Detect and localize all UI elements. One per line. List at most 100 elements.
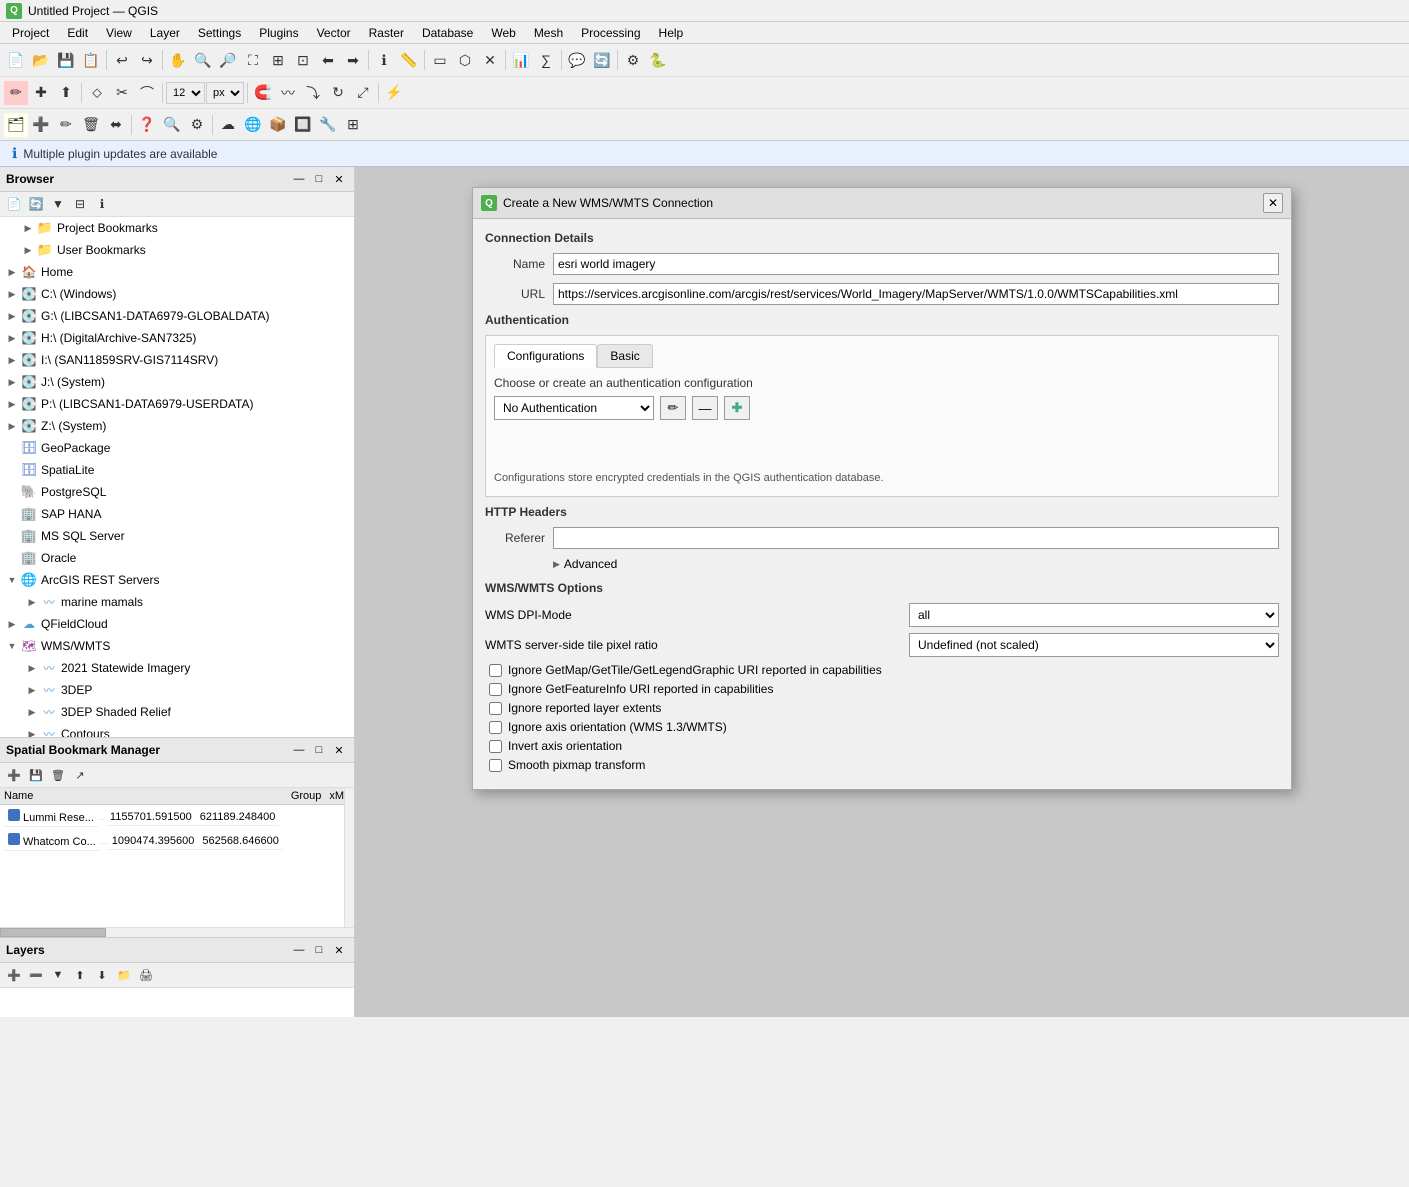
tb-map-tips[interactable]: 💬 <box>565 48 589 72</box>
tb-zoom-select[interactable]: ⊡ <box>291 48 315 72</box>
tb-reshape[interactable]: ⌒ <box>135 81 159 105</box>
tree-item-i-drive[interactable]: ▶ 💽 I:\ (SAN11859SRV-GIS7114SRV) <box>0 349 354 371</box>
tb-settings2[interactable]: ⚙ <box>185 113 209 137</box>
browser-add-btn[interactable]: 📄 <box>4 194 24 214</box>
tree-item-contours[interactable]: ▶ 〰 Contours <box>0 723 354 737</box>
tb-field-calc[interactable]: ∑ <box>534 48 558 72</box>
tb-snapping[interactable]: 🧲 <box>251 81 275 105</box>
tree-item-g-drive[interactable]: ▶ 💽 G:\ (LIBCSAN1-DATA6979-GLOBALDATA) <box>0 305 354 327</box>
tree-item-p-drive[interactable]: ▶ 💽 P:\ (LIBCSAN1-DATA6979-USERDATA) <box>0 393 354 415</box>
browser-panel-close[interactable]: ✕ <box>330 170 348 188</box>
ignore-axis-checkbox[interactable] <box>489 721 502 734</box>
tree-item-project-bookmarks[interactable]: ▶ 📁 Project Bookmarks <box>0 217 354 239</box>
url-input[interactable] <box>553 283 1279 305</box>
tb-advanced-digitize[interactable]: ⚡ <box>382 81 406 105</box>
layers-group-btn[interactable]: 📁 <box>114 965 134 985</box>
tb-scale[interactable]: ⤢ <box>351 81 375 105</box>
tb-globe[interactable]: 🌐 <box>241 113 265 137</box>
menu-plugins[interactable]: Plugins <box>251 24 306 42</box>
tree-item-sap-hana[interactable]: 🏢 SAP HANA <box>0 503 354 525</box>
layers-print-btn[interactable]: 🖨 <box>136 965 156 985</box>
tree-item-j-drive[interactable]: ▶ 💽 J:\ (System) <box>0 371 354 393</box>
tb-node-tool[interactable]: ⬦ <box>85 81 109 105</box>
layers-panel-float[interactable]: □ <box>310 941 328 959</box>
tb-zoom-layer[interactable]: ⊞ <box>266 48 290 72</box>
browser-info-btn[interactable]: ℹ <box>92 194 112 214</box>
tb-zoom-out[interactable]: 🔎 <box>216 48 240 72</box>
tb-python[interactable]: 🐍 <box>646 48 670 72</box>
bookmark-row-lummi[interactable]: Lummi Rese... 1155701.591500 621189.2484… <box>0 805 287 829</box>
tb-select-rect[interactable]: ▭ <box>428 48 452 72</box>
tree-item-arcgis-rest[interactable]: ▼ 🌐 ArcGIS REST Servers <box>0 569 354 591</box>
tb-undo[interactable]: ↩ <box>110 48 134 72</box>
tb-refresh[interactable]: 🔄 <box>590 48 614 72</box>
auth-add-btn[interactable]: ✚ <box>724 396 750 420</box>
tb-add[interactable]: ➕ <box>29 113 53 137</box>
tree-item-geopackage[interactable]: 🗄 GeoPackage <box>0 437 354 459</box>
menu-processing[interactable]: Processing <box>573 24 648 42</box>
dialog-close-button[interactable]: ✕ <box>1263 193 1283 213</box>
browser-panel-minimize[interactable]: — <box>290 170 308 188</box>
menu-web[interactable]: Web <box>483 24 523 42</box>
bookmark-panel-close[interactable]: ✕ <box>330 741 348 759</box>
tb-redo[interactable]: ↪ <box>135 48 159 72</box>
tb-help-icon[interactable]: ❓ <box>135 113 159 137</box>
tb-wrench[interactable]: 🔧 <box>316 113 340 137</box>
tree-item-marine-mammals[interactable]: ▶ 〰 marine mamals <box>0 591 354 613</box>
tb-zoom-prev[interactable]: ⬅ <box>316 48 340 72</box>
tb-grid[interactable]: ⊞ <box>341 113 365 137</box>
menu-project[interactable]: Project <box>4 24 57 42</box>
tile-pixel-ratio-dropdown[interactable]: Undefined (not scaled) <box>909 633 1279 657</box>
menu-layer[interactable]: Layer <box>142 24 188 42</box>
layers-panel-minimize[interactable]: — <box>290 941 308 959</box>
tb-new[interactable]: 📄 <box>4 48 28 72</box>
bm-save-btn[interactable]: 💾 <box>26 765 46 785</box>
tb-edit-mode[interactable]: ✏ <box>4 81 28 105</box>
tree-item-oracle[interactable]: 🏢 Oracle <box>0 547 354 569</box>
dpi-mode-dropdown[interactable]: all <box>909 603 1279 627</box>
tb-select-poly[interactable]: ⬡ <box>453 48 477 72</box>
tree-item-user-bookmarks[interactable]: ▶ 📁 User Bookmarks <box>0 239 354 261</box>
menu-raster[interactable]: Raster <box>361 24 412 42</box>
tree-item-spatialite[interactable]: 🗄 SpatiaLite <box>0 459 354 481</box>
auth-edit-btn[interactable]: ✏ <box>660 396 686 420</box>
name-input[interactable] <box>553 253 1279 275</box>
tb-delete-part[interactable]: ✂ <box>110 81 134 105</box>
tb-move-feature[interactable]: ⬆ <box>54 81 78 105</box>
tb-identify[interactable]: ℹ <box>372 48 396 72</box>
tb-save-as[interactable]: 📋 <box>79 48 103 72</box>
tb-cube2[interactable]: 🔲 <box>291 113 315 137</box>
tree-item-3dep[interactable]: ▶ 〰 3DEP <box>0 679 354 701</box>
bookmark-row-whatcom[interactable]: Whatcom Co... 1090474.395600 562568.6466… <box>0 829 287 853</box>
browser-filter-btn[interactable]: ▼ <box>48 194 68 214</box>
menu-mesh[interactable]: Mesh <box>526 24 571 42</box>
menu-database[interactable]: Database <box>414 24 481 42</box>
tree-item-wms-wmts[interactable]: ▼ 🗺 WMS/WMTS <box>0 635 354 657</box>
menu-settings[interactable]: Settings <box>190 24 249 42</box>
ignore-getmap-checkbox[interactable] <box>489 664 502 677</box>
tb-deselect[interactable]: ✕ <box>478 48 502 72</box>
smooth-pixmap-checkbox[interactable] <box>489 759 502 772</box>
auth-dropdown[interactable]: No Authentication <box>494 396 654 420</box>
tree-item-qfieldcloud[interactable]: ▶ ☁ QFieldCloud <box>0 613 354 635</box>
browser-panel-float[interactable]: □ <box>310 170 328 188</box>
tb-open[interactable]: 📂 <box>29 48 53 72</box>
tb-move[interactable]: ⬌ <box>104 113 128 137</box>
layers-panel-close[interactable]: ✕ <box>330 941 348 959</box>
invert-axis-checkbox[interactable] <box>489 740 502 753</box>
referer-input[interactable] <box>553 527 1279 549</box>
tb-zoom-next[interactable]: ➡ <box>341 48 365 72</box>
tree-item-3dep-shaded[interactable]: ▶ 〰 3DEP Shaded Relief <box>0 701 354 723</box>
layers-up-btn[interactable]: ⬆ <box>70 965 90 985</box>
bookmark-panel-float[interactable]: □ <box>310 741 328 759</box>
tb-cloud[interactable]: ☁ <box>216 113 240 137</box>
tree-item-h-drive[interactable]: ▶ 💽 H:\ (DigitalArchive-SAN7325) <box>0 327 354 349</box>
tb-delete[interactable]: 🗑 <box>79 113 103 137</box>
font-size-select[interactable]: 12 <box>166 82 205 104</box>
tab-configurations[interactable]: Configurations <box>494 344 597 368</box>
ignore-getfeature-checkbox[interactable] <box>489 683 502 696</box>
tb-measure[interactable]: 📏 <box>397 48 421 72</box>
tb-browser-panel[interactable]: 🗂 <box>4 113 28 137</box>
bookmark-panel-minimize[interactable]: — <box>290 741 308 759</box>
menu-vector[interactable]: Vector <box>309 24 359 42</box>
